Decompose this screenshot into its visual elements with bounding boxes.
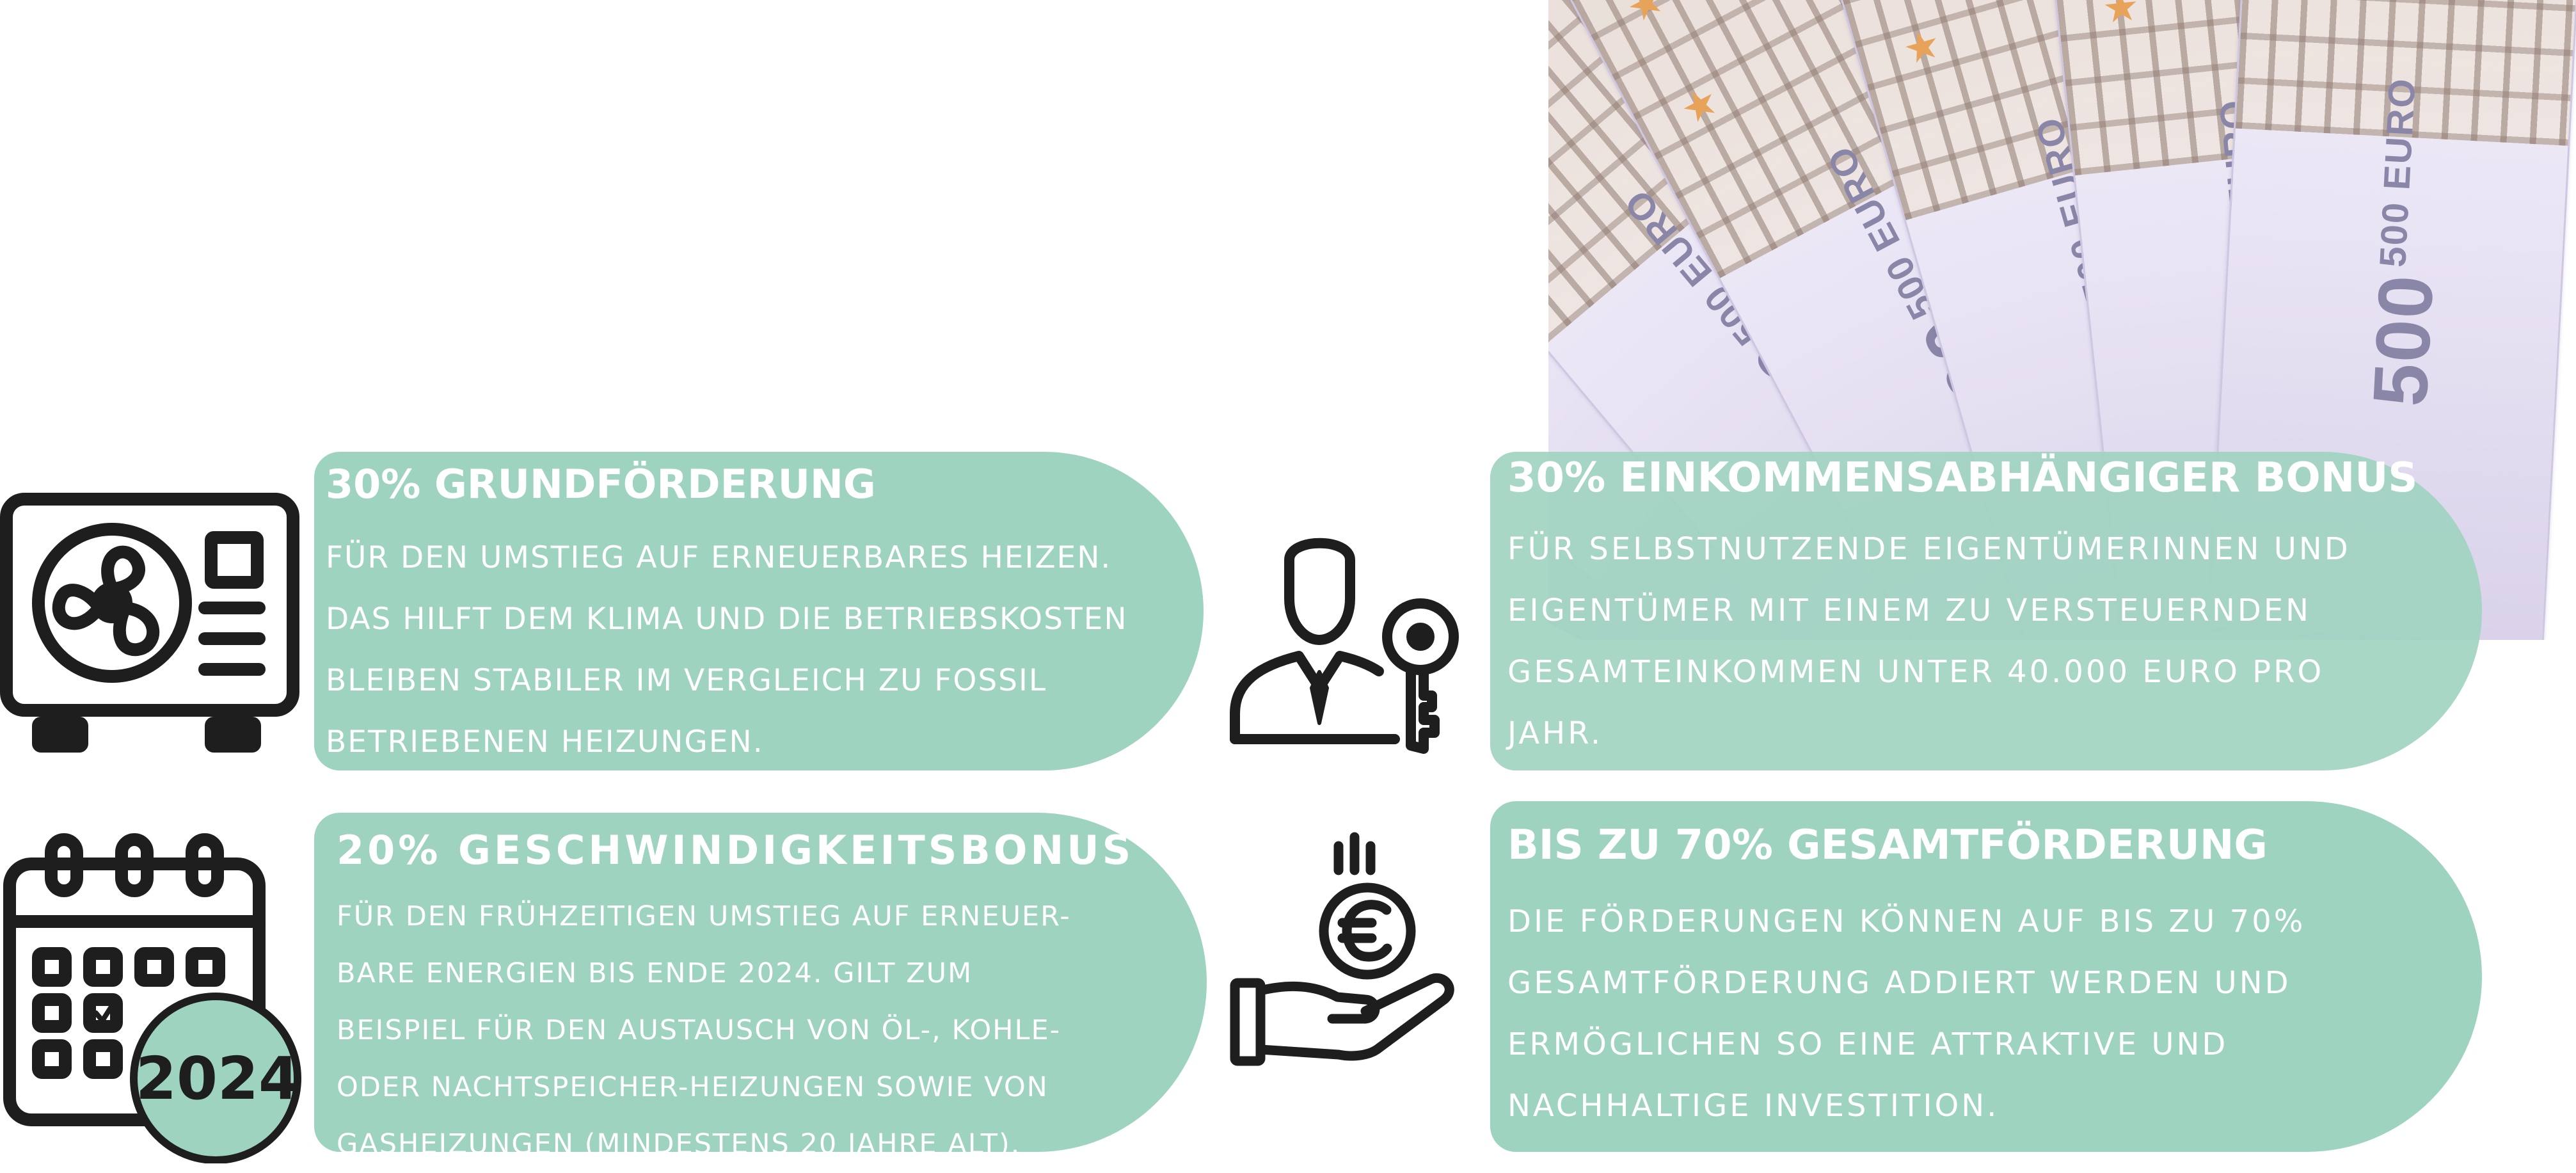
card-einkommensbonus-panel: 30% EINKOMMENSABHÄNGIGER BONUS FÜR SELBS… (1490, 452, 2482, 770)
heat-pump-icon (0, 493, 299, 753)
calendar-icon (3, 833, 301, 1163)
owner-with-key-icon (1230, 538, 1459, 754)
card-title: 30% EINKOMMENSABHÄNGIGER BONUS (1507, 454, 2418, 502)
card-body-line: ODER NACHTSPEICHER-HEIZUNGEN SOWIE VON (337, 1071, 1049, 1103)
card-body-line: EIGENTÜMER MIT EINEM ZU VERSTEUERNDEN (1507, 593, 2312, 628)
card-body-line: FÜR SELBSTNUTZENDE EIGENTÜMERINNEN UND (1507, 531, 2351, 567)
card-body-line: DIE FÖRDERUNGEN KÖNNEN AUF BIS ZU 70% (1507, 904, 2306, 939)
card-grundfoerderung-panel: 30% GRUNDFÖRDERUNG FÜR DEN UMSTIEG AUF E… (314, 452, 1204, 770)
card-gesamtfoerderung-panel: BIS ZU 70% GESAMTFÖRDERUNG DIE FÖRDERUNG… (1490, 801, 2482, 1152)
card-body: FÜR DEN UMSTIEG AUF ERNEUERBARES HEIZEN.… (326, 527, 1197, 773)
card-body-line: DAS HILFT DEM KLIMA UND DIE BETRIEBSKOST… (326, 602, 1128, 637)
card-title: 30% GRUNDFÖRDERUNG (326, 461, 876, 507)
card-body-line: FÜR DEN FRÜHZEITIGEN UMSTIEG AUF ERNEUER… (337, 900, 1071, 932)
card-body-line: GESAMTFÖRDERUNG ADDIERT WERDEN UND (1507, 965, 2291, 1001)
card-body-line: ERMÖGLICHEN SO EINE ATTRAKTIVE UND (1507, 1026, 2229, 1062)
euro-coin-hand-icon (1230, 832, 1454, 1066)
card-title: 20% GESCHWINDIGKEITSBONUS (337, 827, 1134, 874)
card-body-line: JAHR. (1507, 715, 1603, 751)
calendar-year-badge: 2024 (136, 1044, 300, 1113)
card-body: FÜR DEN FRÜHZEITIGEN UMSTIEG AUF ERNEUER… (337, 888, 1200, 1173)
card-body: FÜR SELBSTNUTZENDE EIGENTÜMERINNEN UND E… (1507, 518, 2467, 764)
card-body-line: FÜR DEN UMSTIEG AUF ERNEUERBARES HEIZEN. (326, 540, 1112, 575)
card-body-line: NACHHALTIGE INVESTITION. (1507, 1088, 2000, 1124)
card-body-line: GASHEIZUNGEN (MINDESTENS 20 JAHRE ALT). (337, 1128, 1021, 1160)
card-body-line: GESAMTEINKOMMEN UNTER 40.000 EURO PRO (1507, 654, 2325, 690)
card-title: BIS ZU 70% GESAMTFÖRDERUNG (1507, 822, 2268, 869)
card-geschwindigkeitsbonus-panel: 20% GESCHWINDIGKEITSBONUS FÜR DEN FRÜHZE… (314, 813, 1207, 1160)
card-body-line: BARE ENERGIEN BIS ENDE 2024. GILT ZUM (337, 957, 973, 989)
card-body-line: BEISPIEL FÜR DEN AUSTAUSCH VON ÖL-, KOHL… (337, 1014, 1061, 1046)
card-body-line: BETRIEBENEN HEIZUNGEN. (326, 724, 764, 760)
card-body-line: BLEIBEN STABILER IM VERGLEICH ZU FOSSIL (326, 663, 1047, 698)
card-body: DIE FÖRDERUNGEN KÖNNEN AUF BIS ZU 70% GE… (1507, 891, 2467, 1137)
